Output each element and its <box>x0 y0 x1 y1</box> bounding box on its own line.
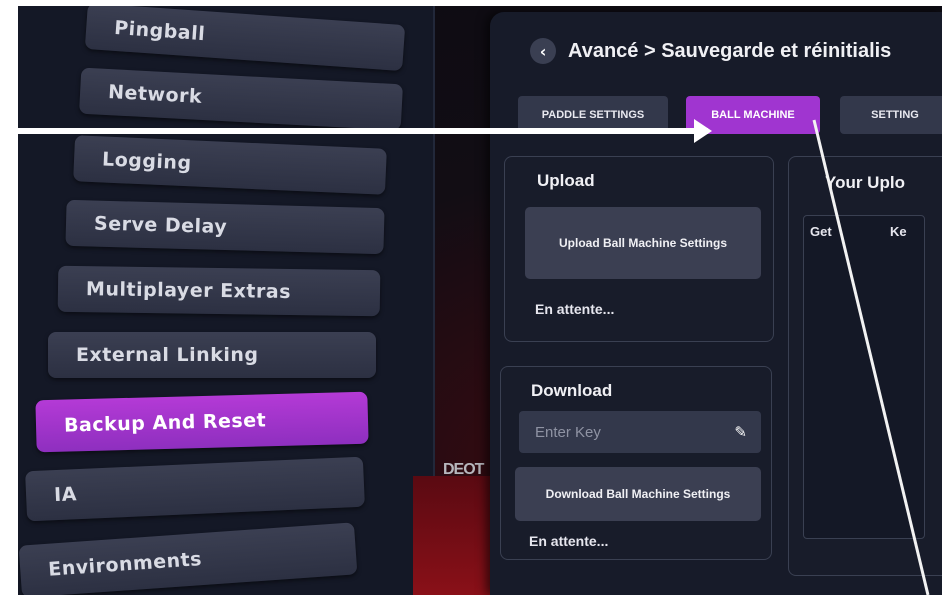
annotation-arrow <box>18 128 708 134</box>
download-status: En attente... <box>529 533 609 549</box>
upload-settings-button[interactable]: Upload Ball Machine Settings <box>525 207 761 279</box>
backdrop-sign: DEOT <box>443 461 484 478</box>
key-input[interactable]: Enter Key ✎ <box>519 411 761 453</box>
menu-item-external-linking[interactable]: External Linking <box>48 332 376 378</box>
menu-item-network[interactable]: Network <box>79 67 403 131</box>
vr-pointer-ray <box>812 119 930 595</box>
menu-item-pingball[interactable]: Pingball <box>84 6 406 72</box>
menu-item-label: Network <box>107 81 203 108</box>
download-title: Download <box>531 381 613 400</box>
menu-item-label: Logging <box>101 148 193 175</box>
download-section: Download Enter Key ✎ Download Ball Machi… <box>500 366 772 560</box>
menu-item-environments[interactable]: Environments <box>18 522 358 595</box>
menu-item-label: Pingball <box>113 16 206 46</box>
upload-title: Upload <box>537 171 595 190</box>
menu-item-multiplayer-extras[interactable]: Multiplayer Extras <box>57 265 381 317</box>
vr-scene: Pingball Network Logging Serve Delay Mul… <box>18 6 942 595</box>
upload-section: Upload Upload Ball Machine Settings En a… <box>504 156 774 342</box>
menu-item-label: IA <box>53 483 78 507</box>
menu-item-label: External Linking <box>76 344 259 366</box>
back-icon[interactable]: ‹ <box>530 38 556 64</box>
menu-item-backup-and-reset[interactable]: Backup And Reset <box>35 391 369 453</box>
menu-item-logging[interactable]: Logging <box>73 135 387 195</box>
page-title: Avancé > Sauvegarde et réinitialis <box>568 39 892 62</box>
upload-status: En attente... <box>535 301 615 317</box>
download-settings-button[interactable]: Download Ball Machine Settings <box>515 467 761 521</box>
menu-item-ia[interactable]: IA <box>25 456 365 522</box>
key-input-placeholder: Enter Key <box>535 423 601 441</box>
menu-item-serve-delay[interactable]: Serve Delay <box>65 199 385 255</box>
pencil-icon: ✎ <box>734 424 747 441</box>
menu-item-label: Multiplayer Extras <box>85 278 292 304</box>
breadcrumb: ‹ Avancé > Sauvegarde et réinitialis <box>530 38 891 64</box>
settings-menu-panel: Pingball Network Logging Serve Delay Mul… <box>18 6 435 595</box>
menu-item-label: Serve Delay <box>93 212 228 239</box>
menu-item-label: Environments <box>47 548 203 581</box>
annotation-arrow-head <box>694 119 712 143</box>
menu-item-label: Backup And Reset <box>63 409 267 437</box>
